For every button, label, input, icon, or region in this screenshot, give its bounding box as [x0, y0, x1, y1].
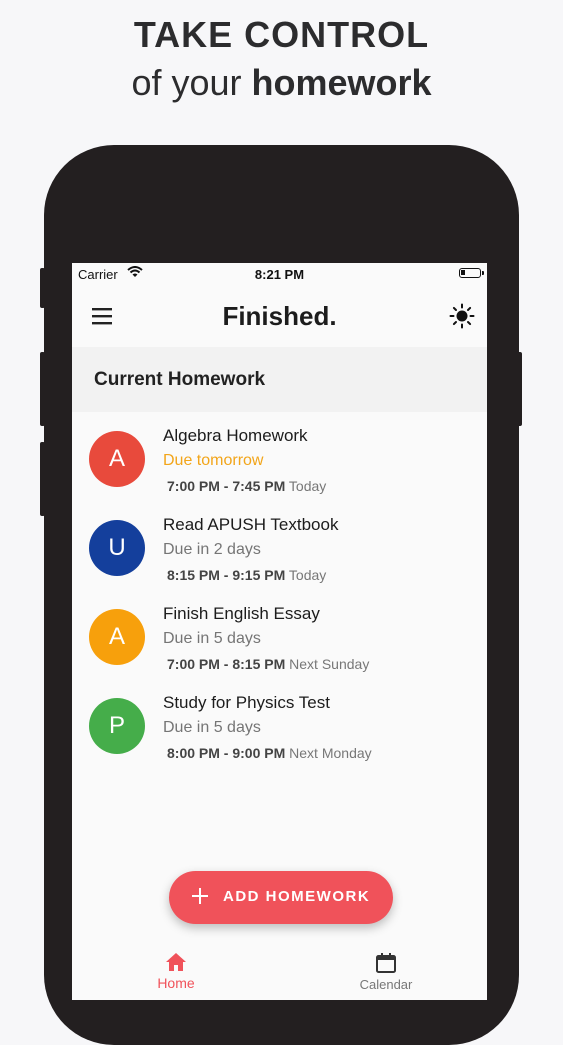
- bottom-nav: Home Calendar: [72, 943, 487, 1000]
- home-icon: [166, 953, 186, 971]
- homework-day: Today: [288, 478, 327, 494]
- app-bar: Finished.: [72, 285, 487, 347]
- homework-item[interactable]: P Study for Physics Test Due in 5 days 8…: [72, 680, 487, 769]
- promo-sub-light: of your: [131, 62, 242, 103]
- status-time: 8:21 PM: [254, 267, 305, 282]
- homework-title: Algebra Homework: [163, 426, 308, 445]
- homework-time-range: 8:15 PM - 9:15 PM: [167, 567, 286, 583]
- section-title: Current Homework: [94, 369, 266, 390]
- homework-day: Next Monday: [289, 745, 372, 761]
- homework-title: Read APUSH Textbook: [163, 515, 339, 534]
- homework-item[interactable]: A Finish English Essay Due in 5 days 7:0…: [72, 591, 487, 680]
- status-bar: Carrier 8:21 PM: [72, 263, 487, 285]
- homework-time: 7:00 PM - 8:15 PM Next Sunday: [167, 656, 369, 672]
- homework-time: 8:00 PM - 9:00 PM Next Monday: [167, 745, 372, 761]
- app-title: Finished.: [222, 301, 337, 331]
- homework-due: Due in 2 days: [163, 541, 261, 558]
- homework-list: A Algebra Homework Due tomorrow 7:00 PM …: [72, 413, 487, 769]
- homework-due: Due tomorrow: [163, 452, 264, 469]
- add-homework-button[interactable]: ADD HOMEWORK: [169, 871, 393, 924]
- homework-title: Finish English Essay: [163, 604, 320, 623]
- homework-due: Due in 5 days: [163, 630, 261, 647]
- homework-time-range: 8:00 PM - 9:00 PM: [167, 745, 286, 761]
- homework-day: Today: [288, 567, 327, 583]
- homework-title: Study for Physics Test: [163, 693, 330, 712]
- nav-calendar-label: Calendar: [359, 977, 413, 992]
- homework-due: Due in 5 days: [163, 719, 261, 736]
- promo-sub-bold: homework: [251, 62, 432, 103]
- plus-icon: [192, 888, 208, 904]
- homework-avatar: P: [89, 698, 145, 754]
- homework-avatar: U: [89, 520, 145, 576]
- promo-headline: TAKE CONTROL: [133, 14, 430, 55]
- nav-home[interactable]: Home: [116, 943, 236, 1000]
- battery-icon: [459, 268, 484, 278]
- homework-time-range: 7:00 PM - 8:15 PM: [167, 656, 286, 672]
- promo-subheadline: of your homework: [0, 62, 563, 104]
- nav-calendar[interactable]: Calendar: [326, 943, 446, 1000]
- homework-time-range: 7:00 PM - 7:45 PM: [167, 478, 286, 494]
- nav-home-label: Home: [157, 975, 195, 991]
- homework-day: Next Sunday: [289, 656, 370, 672]
- section-header: Current Homework: [72, 347, 487, 412]
- homework-time: 7:00 PM - 7:45 PM Today: [167, 478, 326, 494]
- sun-icon[interactable]: [449, 303, 475, 329]
- calendar-icon: [376, 953, 396, 973]
- add-homework-label: ADD HOMEWORK: [223, 888, 371, 905]
- phone-screen: Carrier 8:21 PM Finished. Current Homewo…: [72, 263, 487, 1000]
- homework-item[interactable]: A Algebra Homework Due tomorrow 7:00 PM …: [72, 413, 487, 502]
- homework-item[interactable]: U Read APUSH Textbook Due in 2 days 8:15…: [72, 502, 487, 591]
- homework-avatar: A: [89, 431, 145, 487]
- homework-avatar: A: [89, 609, 145, 665]
- homework-time: 8:15 PM - 9:15 PM Today: [167, 567, 326, 583]
